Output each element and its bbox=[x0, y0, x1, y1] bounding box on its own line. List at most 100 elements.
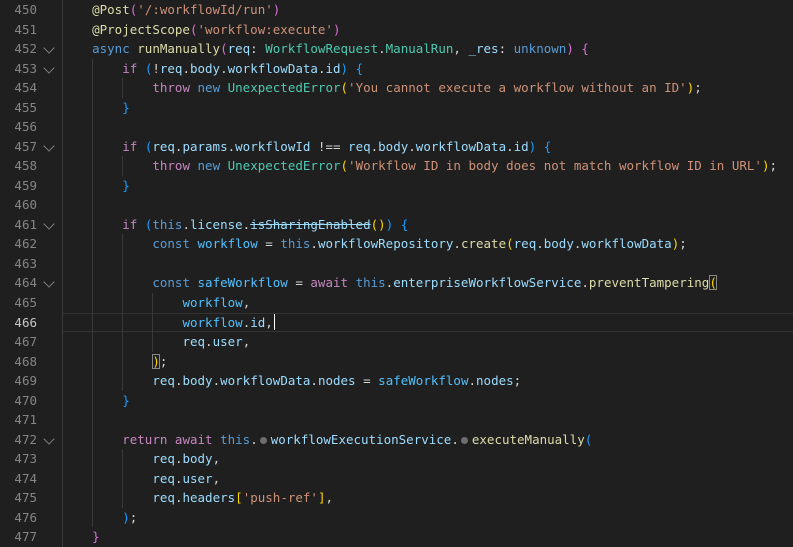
code-line-content[interactable]: @Post('/:workflowId/run') bbox=[62, 0, 793, 20]
line-number[interactable]: 465 bbox=[0, 293, 37, 313]
code-line-content[interactable]: @ProjectScope('workflow:execute') bbox=[62, 19, 793, 40]
code-line[interactable]: 465 workflow, bbox=[0, 292, 793, 313]
code-line-content[interactable]: if (this.license.isSharingEnabled()) { bbox=[62, 214, 793, 235]
code-line-content[interactable] bbox=[62, 117, 793, 137]
code-line[interactable]: 463 bbox=[0, 253, 793, 274]
code-line-content[interactable]: ); bbox=[62, 507, 793, 528]
line-number[interactable]: 455 bbox=[0, 98, 37, 118]
line-number[interactable]: 450 bbox=[0, 0, 37, 20]
code-line-content[interactable]: req.body.workflowData.nodes = safeWorkfl… bbox=[62, 371, 793, 391]
code-line[interactable]: 472 return await this. workflowExecutionSe… bbox=[0, 429, 793, 450]
code-line-content[interactable] bbox=[62, 410, 793, 430]
code-line-content[interactable]: ); bbox=[62, 351, 793, 372]
line-number[interactable]: 471 bbox=[0, 410, 37, 430]
line-number[interactable]: 453 bbox=[0, 59, 37, 79]
line-number[interactable]: 476 bbox=[0, 508, 37, 528]
fold-chevron-icon[interactable] bbox=[37, 273, 62, 293]
line-number[interactable]: 466 bbox=[0, 313, 37, 333]
code-line[interactable]: 462 const workflow = this.workflowReposit… bbox=[0, 234, 793, 254]
code-line[interactable]: 450 @Post('/:workflowId/run') bbox=[0, 0, 793, 20]
code-line[interactable]: 467 req.user, bbox=[0, 332, 793, 352]
fold-chevron-icon[interactable] bbox=[37, 39, 62, 59]
code-line[interactable]: 466 workflow.id, bbox=[0, 312, 793, 333]
line-number[interactable]: 475 bbox=[0, 488, 37, 508]
line-number[interactable]: 462 bbox=[0, 234, 37, 254]
line-number[interactable]: 463 bbox=[0, 254, 37, 274]
code-line[interactable]: 476); bbox=[0, 507, 793, 528]
line-number[interactable]: 458 bbox=[0, 156, 37, 176]
code-line-content[interactable]: const workflow = this.workflowRepository… bbox=[62, 234, 793, 254]
code-line-content[interactable]: workflow, bbox=[62, 292, 793, 313]
code-line-content[interactable]: if (req.params.workflowId !== req.body.w… bbox=[62, 136, 793, 157]
code-line[interactable]: 457 if (req.params.workflowId !== req.bod… bbox=[0, 136, 793, 157]
code-line-content[interactable]: } bbox=[62, 175, 793, 196]
code-line-content[interactable]: req.user, bbox=[62, 332, 793, 352]
line-number[interactable]: 464 bbox=[0, 273, 37, 293]
line-number[interactable]: 468 bbox=[0, 352, 37, 372]
code-line-content[interactable]: } bbox=[62, 97, 793, 118]
line-number[interactable]: 454 bbox=[0, 78, 37, 98]
code-line[interactable]: 452 async runManually(req: WorkflowReques… bbox=[0, 39, 793, 59]
code-line[interactable]: 458 throw new UnexpectedError('Workflow I… bbox=[0, 156, 793, 176]
code-line[interactable]: 453 if (!req.body.workflowData.id) { bbox=[0, 58, 793, 79]
code-line-content[interactable]: req.body, bbox=[62, 449, 793, 469]
code-line-content[interactable]: async runManually(req: WorkflowRequest.M… bbox=[62, 39, 793, 59]
line-number[interactable]: 473 bbox=[0, 449, 37, 469]
code-line[interactable]: 469 req.body.workflowData.nodes = safeWor… bbox=[0, 371, 793, 391]
code-line[interactable]: 468); bbox=[0, 351, 793, 372]
code-line[interactable]: 471 bbox=[0, 410, 793, 430]
token-b2: ) bbox=[332, 21, 341, 37]
fold-chevron-icon[interactable] bbox=[37, 430, 62, 450]
code-line-content[interactable]: if (!req.body.workflowData.id) { bbox=[62, 58, 793, 79]
code-line-content[interactable]: workflow.id, bbox=[62, 312, 793, 333]
token-b2: { bbox=[581, 41, 589, 57]
code-line-content[interactable]: } bbox=[62, 527, 793, 547]
code-line[interactable]: 459} bbox=[0, 175, 793, 196]
code-line[interactable]: 464 const safeWorkflow = await this.enter… bbox=[0, 273, 793, 293]
line-number[interactable]: 459 bbox=[0, 176, 37, 196]
code-line[interactable]: 456 bbox=[0, 117, 793, 137]
code-line-content[interactable]: } bbox=[62, 390, 793, 411]
code-line[interactable]: 454 throw new UnexpectedError('You cannot… bbox=[0, 78, 793, 98]
line-number[interactable]: 477 bbox=[0, 527, 37, 547]
fold-chevron-icon[interactable] bbox=[37, 215, 62, 235]
indent-guide bbox=[92, 253, 94, 274]
line-number[interactable]: 472 bbox=[0, 430, 37, 450]
token-var: id bbox=[325, 60, 341, 76]
fold-chevron-icon[interactable] bbox=[37, 59, 62, 79]
line-number[interactable]: 467 bbox=[0, 332, 37, 352]
line-number[interactable]: 469 bbox=[0, 371, 37, 391]
code-line[interactable]: 474 req.user, bbox=[0, 468, 793, 489]
code-line[interactable]: 470} bbox=[0, 390, 793, 411]
code-line[interactable]: 473 req.body, bbox=[0, 449, 793, 469]
code-line-content[interactable]: throw new UnexpectedError('You cannot ex… bbox=[62, 78, 793, 98]
code-line[interactable]: 475 req.headers['push-ref'], bbox=[0, 488, 793, 508]
code-text: @Post('/:workflowId/run') bbox=[62, 0, 280, 20]
code-line-content[interactable]: const safeWorkflow = await this.enterpri… bbox=[62, 273, 793, 293]
code-line[interactable]: 461 if (this.license.isSharingEnabled()) … bbox=[0, 214, 793, 235]
line-number[interactable]: 474 bbox=[0, 469, 37, 489]
code-line-content[interactable]: req.user, bbox=[62, 468, 793, 489]
code-line[interactable]: 451 @ProjectScope('workflow:execute') bbox=[0, 19, 793, 40]
token-pun: . bbox=[408, 138, 416, 154]
line-number[interactable]: 470 bbox=[0, 391, 37, 411]
code-line-content[interactable] bbox=[62, 195, 793, 215]
line-number[interactable]: 456 bbox=[0, 117, 37, 137]
line-number[interactable]: 457 bbox=[0, 137, 37, 157]
code-line-content[interactable]: return await this. workflowExecutionServi… bbox=[62, 429, 793, 450]
line-number[interactable]: 460 bbox=[0, 195, 37, 215]
code-line[interactable]: 477} bbox=[0, 527, 793, 547]
token-fn: @Post bbox=[92, 2, 130, 17]
code-line-content[interactable]: req.headers['push-ref'], bbox=[62, 488, 793, 508]
line-number[interactable]: 461 bbox=[0, 215, 37, 235]
fold-chevron-icon[interactable] bbox=[37, 137, 62, 157]
line-number[interactable]: 452 bbox=[0, 39, 37, 59]
code-line-content[interactable] bbox=[62, 253, 793, 274]
line-number[interactable]: 451 bbox=[0, 20, 37, 40]
token-ctrl: if bbox=[122, 138, 145, 154]
code-line-content[interactable]: throw new UnexpectedError('Workflow ID i… bbox=[62, 156, 793, 176]
code-line[interactable]: 455} bbox=[0, 97, 793, 118]
code-line[interactable]: 460 bbox=[0, 195, 793, 215]
